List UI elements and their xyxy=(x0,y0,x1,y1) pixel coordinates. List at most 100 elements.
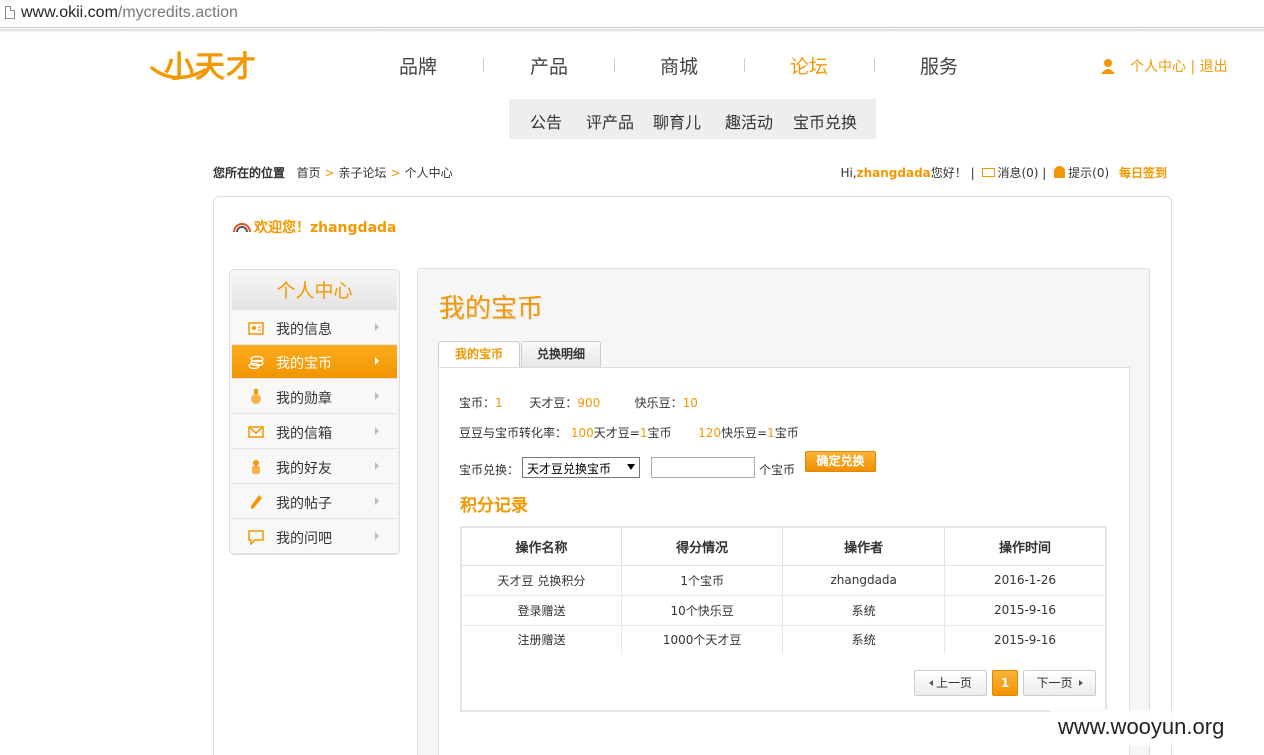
menu-label: 我的信箱 xyxy=(276,426,332,442)
prev-page-button[interactable]: 上一页 xyxy=(914,670,987,696)
coins-icon xyxy=(248,355,264,370)
menu-item-my-mailbox[interactable]: 我的信箱 xyxy=(232,415,397,449)
friends-icon xyxy=(252,460,260,474)
chevron-right-icon xyxy=(375,427,379,435)
nav-forum[interactable]: 论坛 xyxy=(769,52,849,79)
records-table: 操作名称 得分情况 操作者 操作时间 天才豆 兑换积分 1个宝币 zhangda… xyxy=(460,526,1107,656)
chevron-right-icon xyxy=(375,497,379,505)
nav-divider xyxy=(483,58,484,72)
cell-operator: zhangdada xyxy=(782,564,945,596)
menu-label: 我的勋章 xyxy=(276,391,332,407)
confirm-exchange-button[interactable]: 确定兑换 xyxy=(805,451,876,472)
exchange-unit: 个宝币 xyxy=(759,463,796,477)
next-page-label: 下一页 xyxy=(1036,676,1073,690)
menu-label: 我的宝币 xyxy=(276,356,332,372)
chevron-right-icon xyxy=(375,357,379,365)
nav-products[interactable]: 产品 xyxy=(509,52,589,79)
cell-operator: 系统 xyxy=(782,624,945,656)
notice-icon xyxy=(1054,166,1066,178)
cell-operator: 系统 xyxy=(782,594,945,626)
menu-label: 我的信息 xyxy=(276,322,332,338)
side-menu-title: 个人中心 xyxy=(232,272,397,310)
subnav-parenting[interactable]: 聊育儿 xyxy=(653,109,701,133)
table-row: 登录赠送 10个快乐豆 系统 2015-9-16 xyxy=(460,594,1107,626)
menu-item-my-info[interactable]: 我的信息 xyxy=(232,311,397,345)
nav-divider xyxy=(874,58,875,72)
chevron-right-icon xyxy=(375,462,379,470)
records-title: 积分记录 xyxy=(460,496,528,516)
divider: | xyxy=(1042,166,1047,180)
coin-value: 1 xyxy=(495,396,503,410)
menu-item-my-qa[interactable]: 我的问吧 xyxy=(232,520,397,554)
column-header: 操作时间 xyxy=(943,526,1107,566)
breadcrumb-forum[interactable]: 亲子论坛 xyxy=(339,166,387,180)
breadcrumb-sep: > xyxy=(324,166,335,180)
profile-card-icon xyxy=(248,322,264,335)
chevron-right-icon xyxy=(375,532,379,540)
subnav-coin-exchange[interactable]: 宝币兑换 xyxy=(793,109,857,133)
toolbar-shadow xyxy=(0,29,1264,33)
subnav-review[interactable]: 评产品 xyxy=(586,109,634,133)
table-row: 注册赠送 1000个天才豆 系统 2015-9-16 xyxy=(460,624,1107,656)
next-page-button[interactable]: 下一页 xyxy=(1023,670,1096,696)
breadcrumb-label: 您所在的位置 xyxy=(213,166,286,180)
watermark: www.wooyun.org xyxy=(1050,710,1264,746)
nav-mall[interactable]: 商城 xyxy=(639,52,719,79)
daily-signin-link[interactable]: 每日签到 xyxy=(1119,166,1167,180)
tips-link[interactable]: 提示(0) xyxy=(1068,166,1109,180)
menu-label: 我的帖子 xyxy=(276,496,332,512)
cell-operation: 登录赠送 xyxy=(460,594,622,626)
breadcrumb-current: 个人中心 xyxy=(404,166,453,180)
cell-time: 2016-1-26 xyxy=(943,564,1107,596)
chevron-right-icon xyxy=(375,392,379,400)
url-text[interactable]: www.okii.com/mycredits.action xyxy=(21,4,238,22)
menu-label: 我的好友 xyxy=(276,461,332,477)
exchange-label: 宝币兑换： xyxy=(459,463,520,477)
user-icon xyxy=(1101,59,1115,74)
rainbow-icon xyxy=(233,223,251,233)
exchange-type-value: 天才豆兑换宝币 xyxy=(527,462,612,476)
triangle-left-icon xyxy=(928,680,933,686)
chevron-right-icon xyxy=(375,323,379,331)
cell-score: 1个宝币 xyxy=(620,564,784,596)
table-row: 天才豆 兑换积分 1个宝币 zhangdada 2016-1-26 xyxy=(460,564,1107,596)
cell-time: 2015-9-16 xyxy=(943,624,1107,656)
messages-link[interactable]: 消息(0) xyxy=(997,166,1038,180)
breadcrumb-home[interactable]: 首页 xyxy=(296,166,320,180)
user-status-bar: Hi,zhangdada您好！ | 消息(0) | 提示(0) 每日签到 xyxy=(840,164,1167,181)
table-header-row: 操作名称 得分情况 操作者 操作时间 xyxy=(460,526,1107,566)
medal-icon xyxy=(251,389,261,404)
exchange-amount-input[interactable] xyxy=(651,457,755,478)
subnav-activities[interactable]: 趣活动 xyxy=(725,109,773,133)
cell-operation: 注册赠送 xyxy=(460,624,622,656)
pencil-icon xyxy=(251,495,262,509)
side-menu: 个人中心 我的信息 我的宝币 我的勋章 我的信箱 我的好友 我的帖子 我的问吧 xyxy=(229,269,400,555)
column-header: 操作者 xyxy=(782,526,945,566)
tiancai-label: 天才豆： xyxy=(529,396,578,410)
nav-divider xyxy=(614,58,615,72)
menu-item-my-medals[interactable]: 我的勋章 xyxy=(232,380,397,414)
rate-b-text: 快乐豆= xyxy=(721,426,768,440)
menu-item-my-coins[interactable]: 我的宝币 xyxy=(232,345,397,379)
rate-a-unit: 宝币 xyxy=(647,426,672,440)
dropdown-arrow-icon xyxy=(627,464,635,470)
page-icon xyxy=(5,6,15,19)
nav-service[interactable]: 服务 xyxy=(899,52,979,79)
rate-a-num: 100 xyxy=(570,426,594,440)
nav-brand[interactable]: 品牌 xyxy=(378,52,458,79)
balance-line: 宝币：1 天才豆：900 快乐豆：10 xyxy=(459,394,698,411)
tab-my-coins[interactable]: 我的宝币 xyxy=(438,341,520,369)
menu-item-my-posts[interactable]: 我的帖子 xyxy=(232,485,397,519)
subnav-announcement[interactable]: 公告 xyxy=(530,109,562,133)
cell-operation: 天才豆 兑换积分 xyxy=(460,564,622,596)
address-bar[interactable]: www.okii.com/mycredits.action xyxy=(0,0,1264,28)
username-link[interactable]: zhangdada xyxy=(857,166,931,180)
rate-label: 豆豆与宝币转化率： xyxy=(459,426,568,440)
menu-item-my-friends[interactable]: 我的好友 xyxy=(232,450,397,484)
tab-exchange-details[interactable]: 兑换明细 xyxy=(521,341,601,368)
kuaile-label: 快乐豆： xyxy=(634,396,683,410)
rate-b-unit: 宝币 xyxy=(774,426,799,440)
page-number-current[interactable]: 1 xyxy=(992,670,1018,696)
user-links[interactable]: 个人中心 | 退出 xyxy=(1130,56,1228,76)
exchange-type-select[interactable]: 天才豆兑换宝币 xyxy=(522,457,640,478)
